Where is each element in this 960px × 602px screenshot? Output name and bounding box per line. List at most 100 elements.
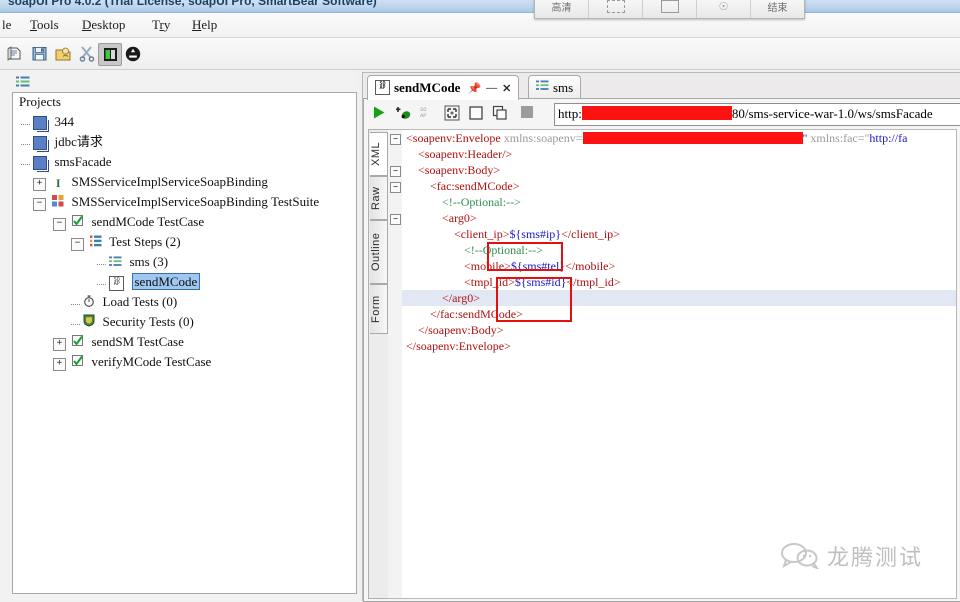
soap-icon[interactable]: SO AP (420, 105, 435, 119)
menu-tools[interactable]: Tools (30, 17, 59, 33)
stop-icon[interactable] (520, 105, 534, 119)
pin-icon[interactable]: 📌 (467, 82, 481, 95)
project-icon (33, 116, 48, 131)
tab-view-raw[interactable]: Raw (370, 176, 388, 220)
tree-node-projects[interactable]: Projects (13, 93, 356, 113)
expander-plus-icon[interactable]: + (33, 177, 46, 191)
xml-tag: </arg0> (442, 291, 480, 305)
xml-value-tmpl-id: ${sms#id} (514, 275, 567, 289)
tab-view-xml[interactable]: XML (370, 132, 388, 176)
menu-file[interactable]: le (2, 17, 11, 33)
navigator-icon (16, 76, 30, 91)
soap-request-icon: SO AP (109, 275, 125, 291)
xml-tag: <soapenv:Envelope (406, 131, 504, 145)
xml-line-client-ip: <client_ip>${sms#ip}</client_ip> (402, 226, 956, 242)
fullscreen-icon[interactable] (444, 105, 460, 121)
url-redaction (581, 106, 732, 120)
expander-plus-icon[interactable]: + (53, 357, 66, 371)
tree-connector (71, 303, 80, 305)
recorder-stop-button[interactable]: 结束 (751, 0, 804, 18)
tree-node-teststeps[interactable]: − Test Steps (2) (13, 233, 356, 253)
tree-label-344: 344 (54, 114, 75, 129)
menu-help[interactable]: Help (192, 17, 217, 33)
tree-label-testcase-sendsm: sendSM TestCase (91, 334, 184, 349)
tree-label-sendmcode-selected: sendMCode (131, 273, 201, 290)
tab-view-outline[interactable]: Outline (370, 220, 388, 284)
screen-recorder-overlay[interactable]: 高清 ☉ 结束 (534, 0, 805, 19)
expander-minus-icon[interactable]: − (71, 237, 84, 251)
import-project-icon[interactable] (52, 43, 74, 64)
clone-icon[interactable] (492, 105, 508, 121)
project-tree[interactable]: Projects 344 jdbc请求 smsFacade + I SMSSer… (12, 92, 357, 594)
recorder-delete-button[interactable]: ☉ (697, 0, 751, 18)
tree-label-jdbc: jdbc请求 (54, 134, 103, 149)
xml-line-header: <soapenv:Header/> (402, 146, 956, 162)
expander-plus-icon[interactable]: + (53, 337, 66, 351)
datasource-icon (109, 253, 122, 273)
fold-toggle-arg0[interactable]: − (390, 214, 401, 225)
tree-node-testsuite[interactable]: − SMSServiceImplServiceSoapBinding TestS… (13, 193, 356, 213)
svg-text:AP: AP (420, 112, 427, 119)
xml-tag: <arg0> (442, 211, 477, 225)
tab-sendmcode[interactable]: SO AP sendMCode 📌 — ✕ (367, 75, 520, 100)
tree-node-testcase-sendmcode[interactable]: − sendMCode TestCase (13, 213, 356, 233)
tree-node-interface[interactable]: + I SMSServiceImplServiceSoapBinding (13, 173, 356, 193)
fold-toggle-sendmcode[interactable]: − (390, 182, 401, 193)
add-assertion-icon[interactable] (396, 105, 413, 121)
save-icon[interactable] (28, 43, 50, 64)
testsuite-icon (52, 193, 64, 213)
tree-label-loadtests: Load Tests (0) (102, 294, 178, 309)
main-toolbar (0, 38, 960, 70)
window-title: soapUI Pro 4.0.2 (Trial License, soapUI … (8, 0, 377, 8)
tree-node-loadtests[interactable]: Load Tests (0) (13, 293, 356, 313)
menu-desktop[interactable]: Desktop (82, 17, 125, 33)
tree-node-project-344[interactable]: 344 (13, 113, 356, 133)
fold-toggle-body[interactable]: − (390, 166, 401, 177)
tree-label-teststeps: Test Steps (2) (109, 234, 181, 249)
fold-gutter[interactable]: − − − − (388, 129, 402, 599)
xml-line-mobile: <mobile>${sms#tel}</mobile> (402, 258, 956, 274)
menu-try[interactable]: Try (152, 17, 170, 33)
close-icon[interactable]: ✕ (502, 82, 511, 95)
recorder-region-button[interactable] (589, 0, 643, 18)
project-icon (33, 156, 48, 171)
tree-node-project-smsfacade[interactable]: smsFacade (13, 153, 356, 173)
expander-minus-icon[interactable]: − (33, 197, 46, 211)
tab-sms[interactable]: sms (528, 75, 582, 100)
endpoint-url-field[interactable]: http: 80/sms-service-war-1.0/ws/smsFacade (554, 103, 960, 126)
xml-comment: <!--Optional:--> (442, 195, 521, 209)
recorder-fullscreen-button[interactable] (643, 0, 697, 18)
recorder-hd-button[interactable]: 高清 (535, 0, 589, 18)
tree-node-datasource-sms[interactable]: sms (3) (13, 253, 356, 273)
xml-tag: </soapenv:Body> (418, 323, 504, 337)
tree-node-testcase-verifymcode[interactable]: + verifyMCode TestCase (13, 353, 356, 373)
tree-node-project-jdbc[interactable]: jdbc请求 (13, 133, 356, 153)
xml-tag: </client_ip> (561, 227, 620, 241)
tab-label-sendmcode: sendMCode (394, 80, 461, 95)
loadtest-icon (83, 293, 95, 313)
fold-toggle-envelope[interactable]: − (390, 134, 401, 145)
tree-node-testcase-sendsm[interactable]: + sendSM TestCase (13, 333, 356, 353)
submit-request-icon[interactable] (372, 105, 387, 120)
xml-editor-zone: XML Raw Outline Form − − − − <soapenv:En… (368, 129, 957, 599)
navigator-header (12, 74, 356, 92)
tree-label-testcase-verifymcode: verifyMCode TestCase (91, 354, 212, 369)
editor-tabstrip: SO AP sendMCode 📌 — ✕ sms (363, 73, 960, 100)
securitytest-icon (83, 313, 95, 333)
preferences-icon[interactable] (76, 43, 98, 64)
launch-icon[interactable] (98, 43, 122, 66)
minimize-icon[interactable]: — (486, 82, 497, 94)
solid-rect-icon (660, 0, 679, 13)
tree-node-request-sendmcode[interactable]: SO AP sendMCode (13, 273, 356, 293)
tree-label-interface: SMSServiceImplServiceSoapBinding (71, 174, 268, 189)
xml-tag: </mobile> (565, 259, 616, 273)
url-suffix: 80/sms-service-war-1.0/ws/smsFacade (731, 106, 933, 121)
new-project-icon[interactable] (4, 43, 26, 64)
tree-connector (97, 263, 106, 265)
xml-content[interactable]: <soapenv:Envelope xmlns:soapenv= " xmlns:… (402, 129, 957, 599)
expander-minus-icon[interactable]: − (53, 217, 66, 231)
forum-icon[interactable] (122, 43, 144, 64)
tree-node-securitytests[interactable]: Security Tests (0) (13, 313, 356, 333)
new-window-icon[interactable] (468, 105, 484, 121)
tab-view-form[interactable]: Form (370, 284, 388, 334)
